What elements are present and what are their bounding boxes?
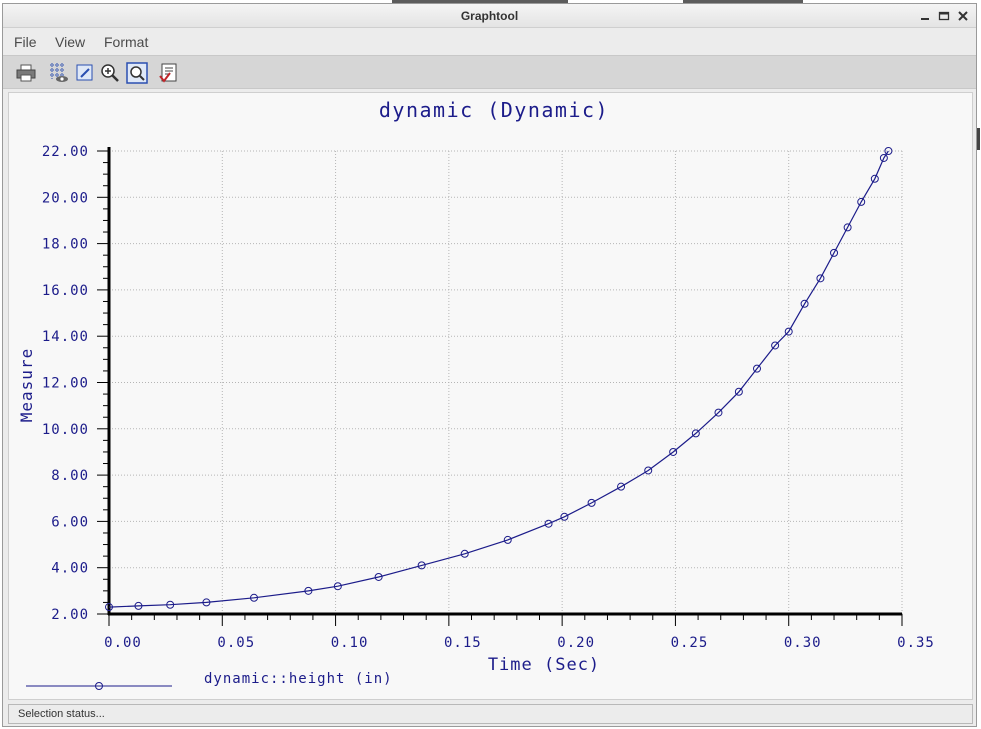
y-tick-label: 2.00 xyxy=(51,607,89,623)
series-group xyxy=(105,147,893,612)
x-tick-label: 0.05 xyxy=(217,635,255,651)
x-tick-label: 0.25 xyxy=(671,635,709,651)
x-tick-label: 0.30 xyxy=(784,635,822,651)
export-icon[interactable] xyxy=(158,62,180,84)
graphtool-window: Graphtool File View Format 2.00 4.00 6.0… xyxy=(2,3,977,727)
axes xyxy=(97,147,903,626)
y-tick-label: 16.00 xyxy=(42,283,89,299)
grid xyxy=(109,150,903,614)
menu-view[interactable]: View xyxy=(55,34,85,50)
y-tick-label: 12.00 xyxy=(42,376,89,392)
x-tick-labels: 0.00 0.05 0.10 0.15 0.20 0.25 0.30 0.35 xyxy=(104,635,935,651)
y-tick-label: 4.00 xyxy=(51,561,89,577)
y-tick-label: 14.00 xyxy=(42,329,89,345)
x-tick-label: 0.35 xyxy=(897,635,935,651)
status-text: Selection status... xyxy=(18,708,105,720)
zoom-in-icon[interactable] xyxy=(99,62,121,84)
minor-ticks xyxy=(103,162,880,620)
window-title: Graphtool xyxy=(460,9,519,23)
chart: 2.00 4.00 6.00 8.00 10.00 12.00 14.00 16.00 18.0… xyxy=(17,98,935,690)
grid-icon[interactable] xyxy=(48,62,70,84)
x-tick-label: 0.20 xyxy=(557,635,595,651)
y-tick-label: 6.00 xyxy=(51,514,89,530)
y-tick-labels: 2.00 4.00 6.00 8.00 10.00 12.00 14.00 16.00 18.0… xyxy=(42,144,89,623)
y-tick-label: 10.00 xyxy=(42,422,89,438)
edit-icon[interactable] xyxy=(74,62,96,84)
y-tick-label: 8.00 xyxy=(51,468,89,484)
x-tick-label: 0.10 xyxy=(331,635,369,651)
zoom-fit-icon[interactable] xyxy=(126,62,148,84)
menu-bar: File View Format xyxy=(3,28,976,54)
chart-title: dynamic (Dynamic) xyxy=(379,98,609,122)
plot-area[interactable]: 2.00 4.00 6.00 8.00 10.00 12.00 14.00 16.00 18.0… xyxy=(8,92,973,700)
scroll-handle[interactable] xyxy=(977,128,980,150)
legend-label: dynamic::height (in) xyxy=(204,671,393,687)
y-tick-label: 22.00 xyxy=(42,144,89,160)
minimize-icon[interactable] xyxy=(917,8,933,24)
status-bar: Selection status... xyxy=(8,704,973,724)
title-bar[interactable]: Graphtool xyxy=(3,4,976,28)
x-axis-label: Time (Sec) xyxy=(488,655,600,675)
menu-file[interactable]: File xyxy=(14,34,37,50)
close-icon[interactable] xyxy=(955,8,971,24)
maximize-icon[interactable] xyxy=(936,8,952,24)
x-tick-label: 0.00 xyxy=(104,635,142,651)
y-tick-label: 18.00 xyxy=(42,237,89,253)
print-icon[interactable] xyxy=(15,62,37,84)
x-tick-label: 0.15 xyxy=(444,635,482,651)
y-axis-label: Measure xyxy=(17,348,36,422)
data-point xyxy=(884,147,893,155)
legend: dynamic::height (in) xyxy=(26,671,393,690)
toolbar xyxy=(3,55,976,89)
y-tick-label: 20.00 xyxy=(42,190,89,206)
menu-format[interactable]: Format xyxy=(104,34,148,50)
series-line xyxy=(108,150,889,608)
